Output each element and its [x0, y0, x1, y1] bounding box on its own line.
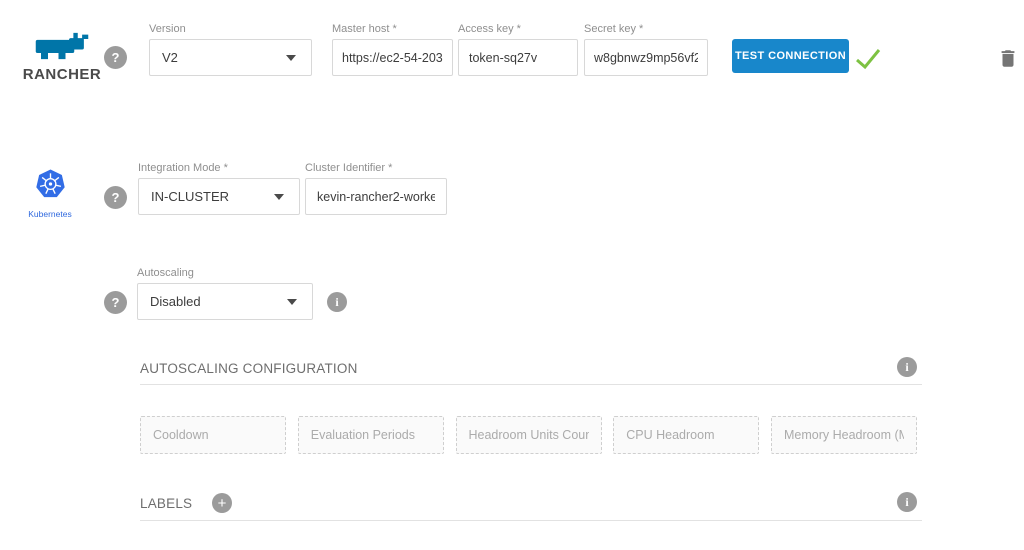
kubernetes-logo-label: Kubernetes [26, 209, 74, 219]
autoscaling-select[interactable]: Disabled [137, 283, 313, 320]
integration-mode-value: IN-CLUSTER [151, 189, 229, 204]
rancher-bull-icon [34, 32, 90, 60]
delete-trash-icon[interactable] [997, 46, 1019, 71]
evaluation-periods-input [298, 416, 444, 454]
integration-mode-select[interactable]: IN-CLUSTER [138, 178, 300, 215]
rancher-logo-label: RANCHER [18, 66, 106, 83]
cluster-identifier-label: Cluster Identifier * [305, 162, 447, 174]
labels-info-icon[interactable]: i [897, 492, 917, 512]
integration-mode-field: Integration Mode * IN-CLUSTER [138, 162, 300, 215]
rancher-logo: RANCHER [18, 32, 106, 83]
kubernetes-help-icon[interactable]: ? [104, 186, 127, 209]
access-key-field: Access key * [458, 23, 578, 76]
master-host-input[interactable] [332, 39, 453, 76]
integration-mode-label: Integration Mode * [138, 162, 300, 174]
version-field: Version V2 [149, 23, 312, 76]
secret-key-field: Secret key * [584, 23, 708, 76]
integration-settings-page: RANCHER ? Version V2 Master host * Acces… [0, 0, 1024, 550]
chevron-down-icon [274, 194, 284, 200]
connection-success-check-icon [855, 48, 881, 70]
version-select[interactable]: V2 [149, 39, 312, 76]
info-glyph: i [335, 295, 338, 310]
cluster-identifier-field: Cluster Identifier * [305, 162, 447, 215]
autoscaling-value: Disabled [150, 294, 201, 309]
cluster-identifier-input[interactable] [305, 178, 447, 215]
master-host-label: Master host * [332, 23, 453, 35]
chevron-down-icon [286, 55, 296, 61]
autoscaling-label: Autoscaling [137, 267, 313, 279]
autoscaling-info-icon[interactable]: i [327, 292, 347, 312]
info-glyph: i [905, 495, 908, 510]
kubernetes-logo: Kubernetes [26, 168, 74, 219]
labels-header: LABELS [140, 496, 192, 511]
kubernetes-helm-icon [33, 168, 68, 202]
rancher-help-icon[interactable]: ? [104, 46, 127, 69]
autoscaling-help-icon[interactable]: ? [104, 291, 127, 314]
version-value: V2 [162, 50, 178, 65]
headroom-units-count-input [456, 416, 602, 454]
info-glyph: i [905, 360, 908, 375]
version-label: Version [149, 23, 312, 35]
master-host-field: Master host * [332, 23, 453, 76]
autoscaling-configuration-info-icon[interactable]: i [897, 357, 917, 377]
autoscaling-config-inputs-row [140, 416, 917, 454]
access-key-input[interactable] [458, 39, 578, 76]
autoscaling-configuration-header: AUTOSCALING CONFIGURATION [140, 361, 358, 376]
section-divider [140, 520, 922, 521]
secret-key-input[interactable] [584, 39, 708, 76]
memory-headroom-input [771, 416, 917, 454]
secret-key-label: Secret key * [584, 23, 708, 35]
add-label-button[interactable]: + [212, 493, 232, 513]
test-connection-button[interactable]: TEST CONNECTION [732, 39, 849, 73]
autoscaling-field: Autoscaling Disabled [137, 267, 313, 320]
cpu-headroom-input [613, 416, 759, 454]
chevron-down-icon [287, 299, 297, 305]
access-key-label: Access key * [458, 23, 578, 35]
section-divider [140, 384, 922, 385]
cooldown-input [140, 416, 286, 454]
